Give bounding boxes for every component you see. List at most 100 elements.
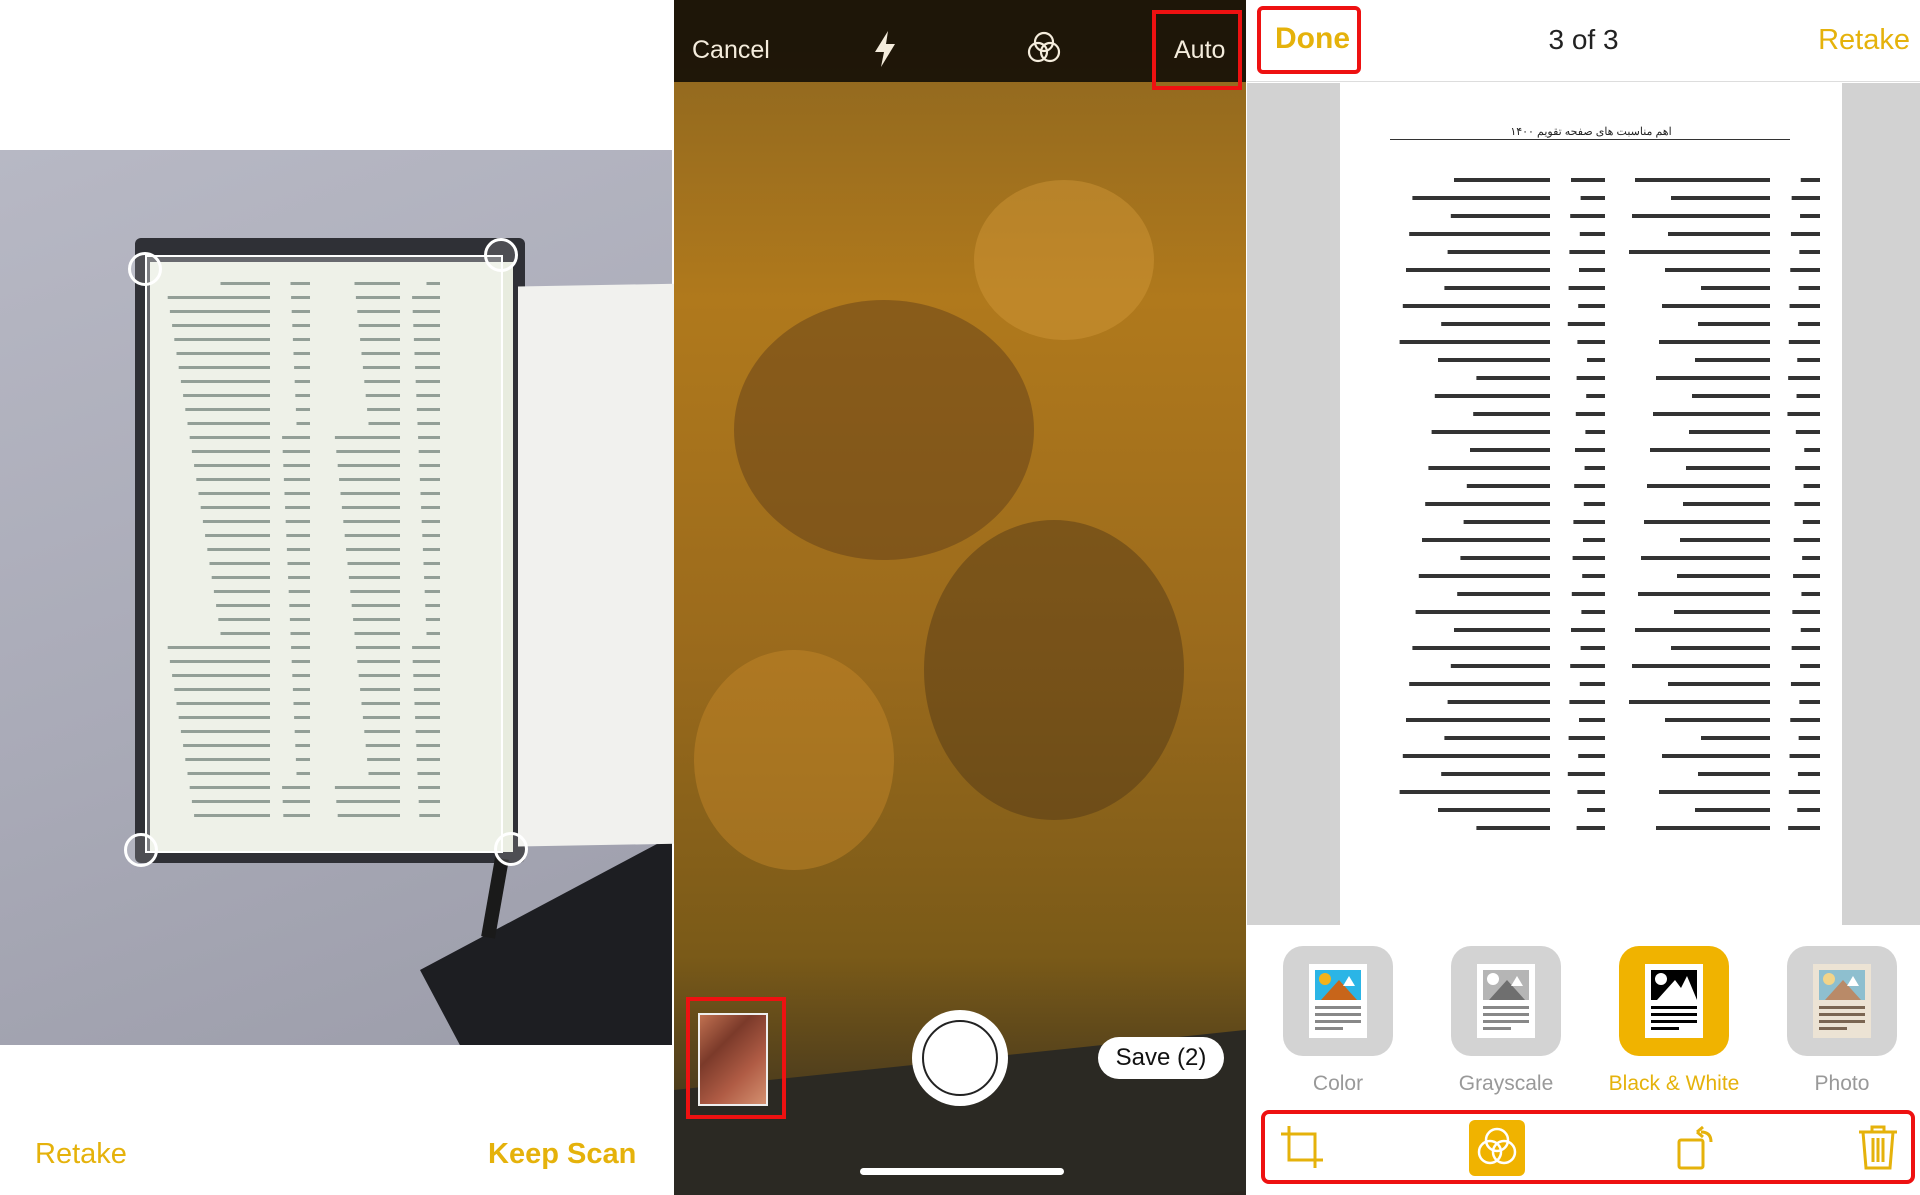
- corner-handle-bottom-right[interactable]: [494, 832, 528, 866]
- flash-icon[interactable]: [872, 30, 898, 68]
- text-line: [1787, 412, 1820, 416]
- notebook-right-page: [518, 283, 688, 847]
- text-line: [1441, 322, 1550, 326]
- text-line: [1665, 718, 1770, 722]
- text-line: [1575, 448, 1605, 452]
- text-line: [1800, 178, 1820, 182]
- text-line: [1793, 574, 1820, 578]
- corner-handle-top-left[interactable]: [128, 252, 162, 286]
- text-line: [1647, 484, 1770, 488]
- text-line: [1629, 250, 1770, 254]
- text-line: [1788, 376, 1820, 380]
- text-line: [1802, 556, 1820, 560]
- text-line: [1798, 736, 1820, 740]
- text-line: [1789, 304, 1820, 308]
- corner-handle-top-right[interactable]: [484, 238, 518, 272]
- text-line: [1629, 700, 1770, 704]
- text-line: [1447, 250, 1550, 254]
- crop-icon[interactable]: [1277, 1122, 1327, 1172]
- text-line: [1422, 538, 1550, 542]
- filter-button[interactable]: [1469, 1120, 1525, 1176]
- text-line: [1656, 826, 1770, 830]
- text-line: [1689, 430, 1770, 434]
- text-line: [1568, 736, 1605, 740]
- text-line: [1701, 286, 1770, 290]
- text-line: [1406, 718, 1550, 722]
- retake-button[interactable]: Retake: [1818, 24, 1910, 57]
- text-line: [1583, 538, 1605, 542]
- text-line: [1473, 412, 1550, 416]
- text-line: [1476, 376, 1550, 380]
- filter-black-white[interactable]: [1619, 946, 1729, 1056]
- text-line: [1425, 502, 1550, 506]
- text-line: [1800, 214, 1820, 218]
- text-line: [1438, 808, 1550, 812]
- filter-icon[interactable]: [1026, 30, 1062, 66]
- text-line: [1792, 610, 1820, 614]
- text-line: [1789, 754, 1820, 758]
- text-line: [1438, 358, 1550, 362]
- filter-icon: [1477, 1127, 1517, 1165]
- save-button[interactable]: Save (2): [1098, 1037, 1224, 1079]
- filter-label: Black & White: [1608, 1072, 1740, 1095]
- edit-scan-screen: Done 3 of 3 Retake اهم مناسبت های صفحه ت…: [1247, 0, 1920, 1195]
- trash-icon[interactable]: [1853, 1122, 1903, 1172]
- text-line: [1788, 826, 1820, 830]
- corner-handle-bottom-left[interactable]: [124, 833, 158, 867]
- text-line: [1576, 826, 1605, 830]
- retake-button[interactable]: Retake: [35, 1138, 127, 1171]
- text-line: [1665, 268, 1770, 272]
- text-line: [1635, 628, 1770, 632]
- auto-capture-toggle[interactable]: Auto: [1174, 36, 1225, 65]
- text-line: [1409, 232, 1550, 236]
- text-line: [1418, 574, 1550, 578]
- text-line: [1695, 808, 1770, 812]
- text-line: [1569, 250, 1605, 254]
- camera-screen: Cancel Auto Save (2): [674, 0, 1246, 1195]
- text-line: [1470, 448, 1550, 452]
- text-line: [1790, 682, 1820, 686]
- text-line: [1791, 646, 1820, 650]
- text-line: [1577, 790, 1605, 794]
- text-line: [1790, 718, 1820, 722]
- document-preview-area: اهم مناسبت های صفحه تقویم ۱۴۰۰: [1247, 83, 1920, 925]
- text-line: [1579, 268, 1605, 272]
- keep-scan-button[interactable]: Keep Scan: [488, 1138, 636, 1171]
- scan-thumbnail[interactable]: [698, 1013, 768, 1106]
- text-line: [1653, 412, 1770, 416]
- text-line: [1406, 268, 1550, 272]
- camera-scene: [694, 650, 894, 870]
- text-line: [1412, 196, 1550, 200]
- text-line: [1463, 520, 1550, 524]
- text-line: [1797, 358, 1820, 362]
- text-line: [1579, 682, 1605, 686]
- text-line: [1641, 556, 1770, 560]
- home-indicator[interactable]: [860, 1168, 1064, 1175]
- filter-photo[interactable]: [1787, 946, 1897, 1056]
- camera-scene: [974, 180, 1154, 340]
- rotate-icon[interactable]: [1671, 1122, 1721, 1172]
- text-line: [1577, 340, 1605, 344]
- text-line: [1632, 214, 1770, 218]
- text-line: [1801, 592, 1820, 596]
- grayscale-filter-icon: [1477, 964, 1535, 1038]
- text-line: [1571, 178, 1605, 182]
- text-line: [1444, 286, 1550, 290]
- text-line: [1466, 484, 1550, 488]
- text-line: [1402, 754, 1550, 758]
- text-line: [1788, 790, 1820, 794]
- scan-boundary[interactable]: [145, 255, 503, 853]
- text-line: [1662, 754, 1770, 758]
- text-line: [1579, 232, 1605, 236]
- text-line: [1586, 394, 1605, 398]
- cancel-button[interactable]: Cancel: [692, 36, 770, 65]
- color-filter-icon: [1309, 964, 1367, 1038]
- filter-grayscale[interactable]: [1451, 946, 1561, 1056]
- text-line: [1796, 394, 1820, 398]
- text-line: [1662, 304, 1770, 308]
- text-line: [1571, 628, 1605, 632]
- text-line: [1578, 304, 1605, 308]
- text-line: [1567, 772, 1605, 776]
- text-line: [1584, 466, 1605, 470]
- filter-color[interactable]: [1283, 946, 1393, 1056]
